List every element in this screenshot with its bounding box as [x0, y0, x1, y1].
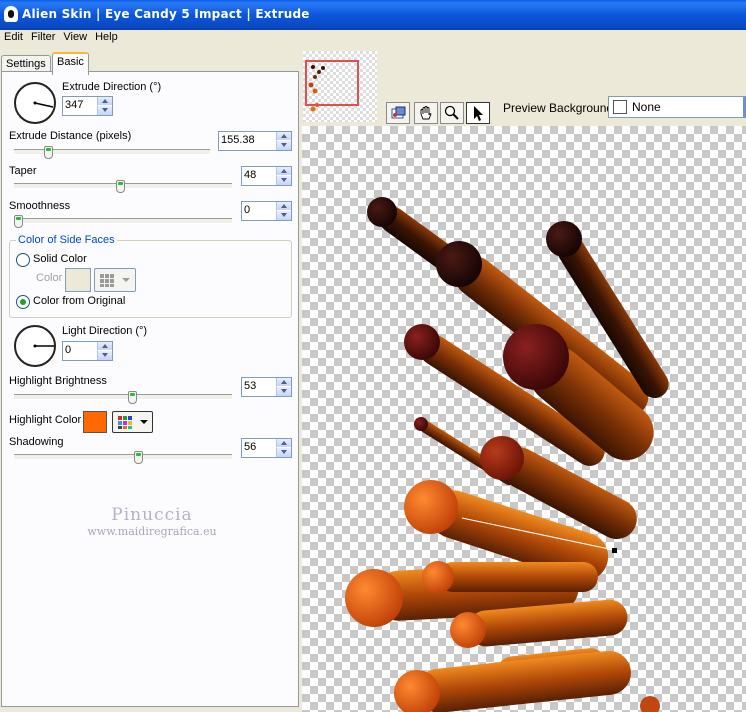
highlight-brightness-label: Highlight Brightness — [9, 375, 107, 387]
navigator-thumbnail[interactable] — [303, 51, 377, 122]
smoothness-input[interactable]: 0 — [241, 201, 292, 221]
color-grid-icon — [118, 416, 148, 429]
radio-solid-color[interactable] — [16, 253, 30, 267]
arrow-tool-button[interactable] — [466, 102, 490, 124]
spin-down-icon[interactable] — [276, 176, 291, 185]
tab-basic[interactable]: Basic — [52, 52, 89, 75]
extrude-direction-label: Extrude Direction (°) — [62, 81, 162, 93]
hand-icon — [420, 106, 432, 120]
spin-up-icon[interactable] — [97, 342, 112, 351]
light-direction-label: Light Direction (°) — [62, 325, 148, 337]
watermark-site: www.maidiregrafica.eu — [87, 525, 217, 538]
spin-up-icon[interactable] — [276, 132, 291, 141]
spin-down-icon[interactable] — [276, 448, 291, 457]
spin-down-icon[interactable] — [97, 106, 112, 115]
app-icon — [4, 6, 18, 22]
slider-thumb[interactable] — [128, 391, 137, 404]
preview-background-select[interactable]: None — [608, 96, 746, 118]
menu-help[interactable]: Help — [91, 30, 122, 45]
zoom-tool-button[interactable] — [440, 102, 464, 124]
navigator-button[interactable] — [386, 102, 410, 124]
spin-up-icon[interactable] — [276, 167, 291, 176]
spin-down-icon[interactable] — [276, 211, 291, 220]
slider-thumb[interactable] — [44, 146, 53, 159]
side-faces-title: Color of Side Faces — [16, 234, 117, 246]
extrude-direction-input[interactable]: 347 — [62, 96, 113, 116]
extrude-distance-label: Extrude Distance (pixels) — [9, 130, 132, 142]
basic-tab-pane: Extrude Direction (°) 347 Extrude Distan… — [1, 71, 299, 707]
shadowing-label: Shadowing — [9, 436, 64, 448]
slider-thumb[interactable] — [116, 180, 125, 193]
spin-up-icon[interactable] — [276, 202, 291, 211]
light-direction-dial[interactable] — [14, 325, 56, 367]
spin-down-icon[interactable] — [276, 387, 291, 396]
menu-filter[interactable]: Filter — [27, 30, 59, 45]
light-direction-input[interactable]: 0 — [62, 341, 113, 361]
spin-down-icon[interactable] — [97, 351, 112, 360]
menu-bar: Edit Filter View Help — [0, 30, 746, 46]
taper-input[interactable]: 48 — [241, 166, 292, 186]
smoothness-slider[interactable] — [14, 215, 232, 228]
title-bar: Alien Skin | Eye Candy 5 Impact | Extrud… — [0, 0, 746, 30]
window-title: Alien Skin | Eye Candy 5 Impact | Extrud… — [22, 7, 310, 21]
highlight-brightness-input[interactable]: 53 — [241, 377, 292, 397]
solid-color-dropdown[interactable] — [94, 268, 136, 292]
solid-color-label: Solid Color — [33, 253, 87, 265]
spin-up-icon[interactable] — [276, 378, 291, 387]
highlight-brightness-slider[interactable] — [14, 391, 232, 404]
menu-view[interactable]: View — [59, 30, 91, 45]
hand-tool-button[interactable] — [414, 102, 438, 124]
arrow-icon — [474, 106, 483, 121]
watermark-name: Pinuccia — [111, 505, 193, 525]
slider-thumb[interactable] — [134, 451, 143, 464]
preview-background-label: Preview Background: — [503, 101, 617, 115]
extruded-artwork-image — [345, 197, 669, 712]
extrude-distance-slider[interactable] — [14, 146, 210, 159]
navigator-viewport-frame[interactable] — [305, 60, 359, 106]
spin-up-icon[interactable] — [276, 439, 291, 448]
none-swatch-icon — [613, 100, 627, 114]
dial-needle-icon — [33, 344, 54, 348]
taper-label: Taper — [9, 165, 37, 177]
extrude-direction-dial[interactable] — [14, 82, 56, 124]
menu-edit[interactable]: Edit — [0, 30, 27, 45]
spin-up-icon[interactable] — [97, 97, 112, 106]
dial-needle-icon — [33, 101, 54, 108]
navigator-icon — [391, 106, 406, 119]
smoothness-label: Smoothness — [9, 200, 71, 212]
slider-thumb[interactable] — [14, 215, 23, 228]
extrude-distance-input[interactable]: 155.38 — [218, 131, 292, 151]
highlight-color-dropdown[interactable] — [112, 411, 153, 433]
radio-color-from-original[interactable] — [16, 295, 30, 309]
shadowing-input[interactable]: 56 — [241, 438, 292, 458]
highlight-color-swatch[interactable] — [83, 411, 107, 433]
spin-down-icon[interactable] — [276, 141, 291, 150]
solid-color-swatch[interactable] — [65, 268, 91, 292]
highlight-color-label: Highlight Color — [9, 414, 82, 426]
preview-canvas[interactable] — [302, 126, 746, 712]
color-grid-icon — [100, 274, 130, 287]
color-from-original-label: Color from Original — [33, 295, 126, 307]
zoom-icon — [444, 105, 459, 120]
color-label: Color — [36, 272, 63, 284]
settings-panel: Settings Basic Extrude Direction (°) 347… — [0, 46, 302, 712]
taper-slider[interactable] — [14, 180, 232, 193]
shadowing-slider[interactable] — [14, 451, 232, 464]
